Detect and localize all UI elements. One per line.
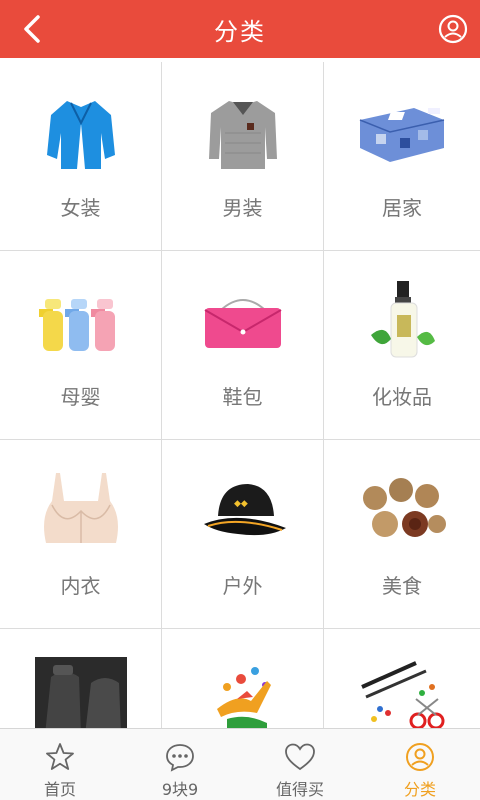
- user-button[interactable]: [434, 10, 472, 48]
- tab-label: 分类: [403, 780, 436, 799]
- category-label: 居家: [382, 196, 422, 220]
- category-item-home[interactable]: 居家: [324, 62, 480, 251]
- bottom-tab-bar: 首页 9块9 值得买 分类: [0, 728, 480, 800]
- header-bar: 分类: [0, 0, 480, 58]
- cap-image: ◆◆: [195, 468, 291, 554]
- back-button[interactable]: [12, 9, 52, 49]
- office-supplies-image: [356, 657, 448, 728]
- category-label: 美食: [382, 574, 422, 598]
- bedding-image: [354, 90, 450, 176]
- sports-logo-image: [197, 657, 289, 728]
- star-icon: [44, 741, 76, 772]
- category-grid-scroll[interactable]: 女装 男装 居家 母婴 鞋包 化妆品 内衣 ◆◆ 户外 美食: [0, 62, 480, 728]
- cardigan-image: [33, 90, 129, 176]
- handbag-image: [195, 279, 291, 365]
- category-item-underwear[interactable]: 内衣: [0, 440, 162, 629]
- category-label: 化妆品: [372, 385, 432, 409]
- page-title: 分类: [214, 17, 266, 46]
- heart-icon: [284, 741, 316, 772]
- category-item-shoes-bags[interactable]: 鞋包: [162, 251, 324, 440]
- category-label: 女装: [60, 196, 101, 220]
- category-label: 男装: [222, 196, 263, 220]
- category-label: 户外: [222, 574, 263, 598]
- user-circle-icon: [404, 741, 436, 772]
- svg-text:◆◆: ◆◆: [234, 499, 248, 509]
- tab-label: 首页: [43, 780, 76, 799]
- bra-image: [33, 468, 129, 554]
- cosmetic-bottle-image: [354, 279, 450, 365]
- chat-bubble-icon: [164, 741, 196, 772]
- category-item-food[interactable]: 美食: [324, 440, 480, 629]
- category-item-baby[interactable]: 母婴: [0, 251, 162, 440]
- category-item-outdoor[interactable]: ◆◆ 户外: [162, 440, 324, 629]
- tab-worth-buying[interactable]: 值得买: [240, 729, 360, 800]
- category-label: 鞋包: [222, 385, 263, 409]
- category-item-office[interactable]: [324, 629, 480, 728]
- tab-label: 9块9: [161, 780, 199, 799]
- sweater-image: [195, 90, 291, 176]
- category-label: 内衣: [60, 574, 101, 598]
- tab-home[interactable]: 首页: [0, 729, 120, 800]
- tab-9-9[interactable]: 9块9: [120, 729, 240, 800]
- category-item-car[interactable]: [0, 629, 162, 728]
- tab-categories[interactable]: 分类: [360, 729, 480, 800]
- category-item-sports[interactable]: [162, 629, 324, 728]
- nuts-image: [354, 468, 450, 554]
- category-item-women[interactable]: 女装: [0, 62, 162, 251]
- category-item-men[interactable]: 男装: [162, 62, 324, 251]
- category-grid: 女装 男装 居家 母婴 鞋包 化妆品 内衣 ◆◆ 户外 美食: [0, 62, 480, 728]
- car-seat-image: [34, 657, 127, 728]
- user-circle-icon: [438, 14, 468, 44]
- category-item-cosmetics[interactable]: 化妆品: [324, 251, 480, 440]
- chevron-left-icon: [24, 15, 40, 43]
- tab-label: 值得买: [275, 780, 324, 799]
- baby-bottles-image: [33, 279, 129, 365]
- category-label: 母婴: [60, 385, 101, 409]
